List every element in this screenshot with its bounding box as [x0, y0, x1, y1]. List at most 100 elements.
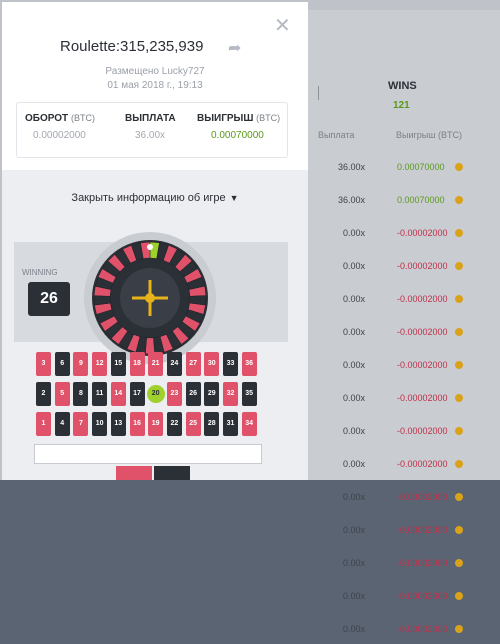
coin-icon: [455, 196, 463, 204]
bet-payout: 36.00x: [337, 195, 365, 205]
bet-payout: 0.00x: [342, 228, 365, 238]
number-cell[interactable]: 2: [36, 382, 51, 406]
game-details: Закрыть информацию об игре ▼ WINNING 26 3…: [2, 170, 308, 480]
number-cell[interactable]: 5: [54, 382, 70, 406]
placed-by: Размещено Lucky727: [105, 66, 205, 77]
share-icon[interactable]: ➦: [228, 38, 241, 58]
number-cell[interactable]: 32: [223, 382, 238, 406]
bet-win: -0.00002000: [397, 459, 448, 469]
bet-payout: 0.00x: [342, 261, 365, 271]
bet-win: -0.00002000: [397, 327, 448, 337]
bet-payout: 0.00x: [342, 558, 365, 568]
number-cell[interactable]: 13: [110, 412, 126, 436]
bet-win: 0.00070000: [397, 195, 445, 205]
coin-icon: [455, 163, 463, 171]
stat-win: ВЫИГРЫШ (BTC) 0.00070000: [197, 113, 287, 141]
number-cell[interactable]: 23: [166, 382, 182, 406]
bet-row: 0.00x -0.00002000: [300, 492, 500, 512]
bet-win: -0.00002000: [397, 624, 448, 634]
coin-icon: [455, 592, 463, 600]
coin-icon: [455, 328, 463, 336]
bet-row: 0.00x -0.00002000: [300, 228, 500, 248]
stat-win-value: 0.00070000: [211, 130, 264, 141]
coin-icon: [455, 460, 463, 468]
number-cell[interactable]: 34: [241, 412, 257, 436]
number-cell[interactable]: 10: [92, 412, 108, 436]
number-cell[interactable]: 7: [73, 412, 89, 436]
number-cell[interactable]: 12: [92, 352, 108, 376]
bet-row: 0.00x -0.00002000: [300, 426, 500, 446]
bet-row: 0.00x -0.00002000: [300, 393, 500, 413]
bet-win: 0.00070000: [397, 162, 445, 172]
bet-win: -0.00002000: [397, 426, 448, 436]
bet-row: 0.00x -0.00002000: [300, 261, 500, 281]
number-cell[interactable]: 35: [241, 382, 257, 406]
number-cell[interactable]: 28: [204, 412, 220, 436]
game-info-modal: ✕ Roulette:315,235,939 ➦ Размещено Lucky…: [2, 2, 308, 480]
bet-payout: 0.00x: [342, 294, 365, 304]
stat-turnover: ОБОРОТ (BTC) 0.00002000: [25, 113, 115, 141]
game-title: Roulette:315,235,939: [60, 38, 204, 55]
number-cell[interactable]: 21: [148, 352, 164, 376]
number-cell[interactable]: 19: [148, 412, 164, 436]
black-bet[interactable]: [154, 466, 190, 480]
bet-payout: 0.00x: [342, 327, 365, 337]
winning-label: WINNING: [22, 268, 58, 277]
number-cell[interactable]: 27: [185, 352, 201, 376]
number-cell[interactable]: 20: [146, 385, 165, 403]
bet-row: 0.00x -0.00002000: [300, 459, 500, 479]
number-cell[interactable]: 17: [129, 382, 145, 406]
bet-win: -0.00002000: [397, 360, 448, 370]
dozen-bets[interactable]: [34, 444, 262, 464]
number-cell[interactable]: 14: [110, 382, 126, 406]
bet-win: -0.00002000: [397, 393, 448, 403]
number-cell[interactable]: 36: [241, 352, 257, 376]
toggle-game-info-button[interactable]: Закрыть информацию об игре ▼: [2, 192, 308, 204]
number-cell[interactable]: 29: [204, 382, 220, 406]
number-cell[interactable]: 18: [129, 352, 145, 376]
number-cell[interactable]: 8: [73, 382, 89, 406]
number-cell[interactable]: 25: [185, 412, 201, 436]
roulette-wheel: [82, 230, 218, 366]
game-date: 01 мая 2018 г., 19:13: [107, 80, 203, 91]
bet-payout: 36.00x: [337, 162, 365, 172]
stats-box: ОБОРОТ (BTC) 0.00002000 ВЫПЛАТА 36.00x В…: [16, 102, 288, 158]
bet-row: 0.00x -0.00002000: [300, 327, 500, 347]
number-cell[interactable]: 22: [166, 412, 182, 436]
bet-row: 0.00x -0.00002000: [300, 558, 500, 578]
number-cell[interactable]: 26: [185, 382, 201, 406]
coin-icon: [455, 427, 463, 435]
bet-win: -0.00002000: [397, 525, 448, 535]
bet-row: 0.00x -0.00002000: [300, 525, 500, 545]
bet-win: -0.00002000: [397, 261, 448, 271]
number-cell[interactable]: 16: [129, 412, 145, 436]
number-cell[interactable]: 30: [204, 352, 220, 376]
bet-row: 0.00x -0.00002000: [300, 591, 500, 611]
number-cell[interactable]: 4: [54, 412, 70, 436]
close-icon[interactable]: ✕: [274, 16, 291, 36]
number-cell[interactable]: 24: [166, 352, 182, 376]
col-payout-header: Выплата: [318, 130, 355, 140]
number-cell[interactable]: 3: [36, 352, 51, 376]
number-cell[interactable]: 31: [223, 412, 238, 436]
divider: [318, 86, 319, 100]
coin-icon: [455, 262, 463, 270]
number-cell[interactable]: 11: [92, 382, 108, 406]
bet-row: 36.00x 0.00070000: [300, 162, 500, 182]
chevron-down-icon: ▼: [229, 193, 239, 203]
coin-icon: [455, 625, 463, 633]
coin-icon: [455, 394, 463, 402]
number-cell[interactable]: 1: [36, 412, 51, 436]
number-cell[interactable]: 9: [73, 352, 89, 376]
bet-win: -0.00002000: [397, 558, 448, 568]
red-bet[interactable]: [116, 466, 152, 480]
number-cell[interactable]: 33: [223, 352, 238, 376]
number-cell[interactable]: 6: [54, 352, 70, 376]
number-cell[interactable]: 15: [110, 352, 126, 376]
bet-payout: 0.00x: [342, 426, 365, 436]
coin-icon: [455, 526, 463, 534]
bet-payout: 0.00x: [342, 360, 365, 370]
winning-number: 26: [28, 282, 70, 316]
bet-row: 0.00x -0.00002000: [300, 294, 500, 314]
bet-payout: 0.00x: [342, 591, 365, 601]
